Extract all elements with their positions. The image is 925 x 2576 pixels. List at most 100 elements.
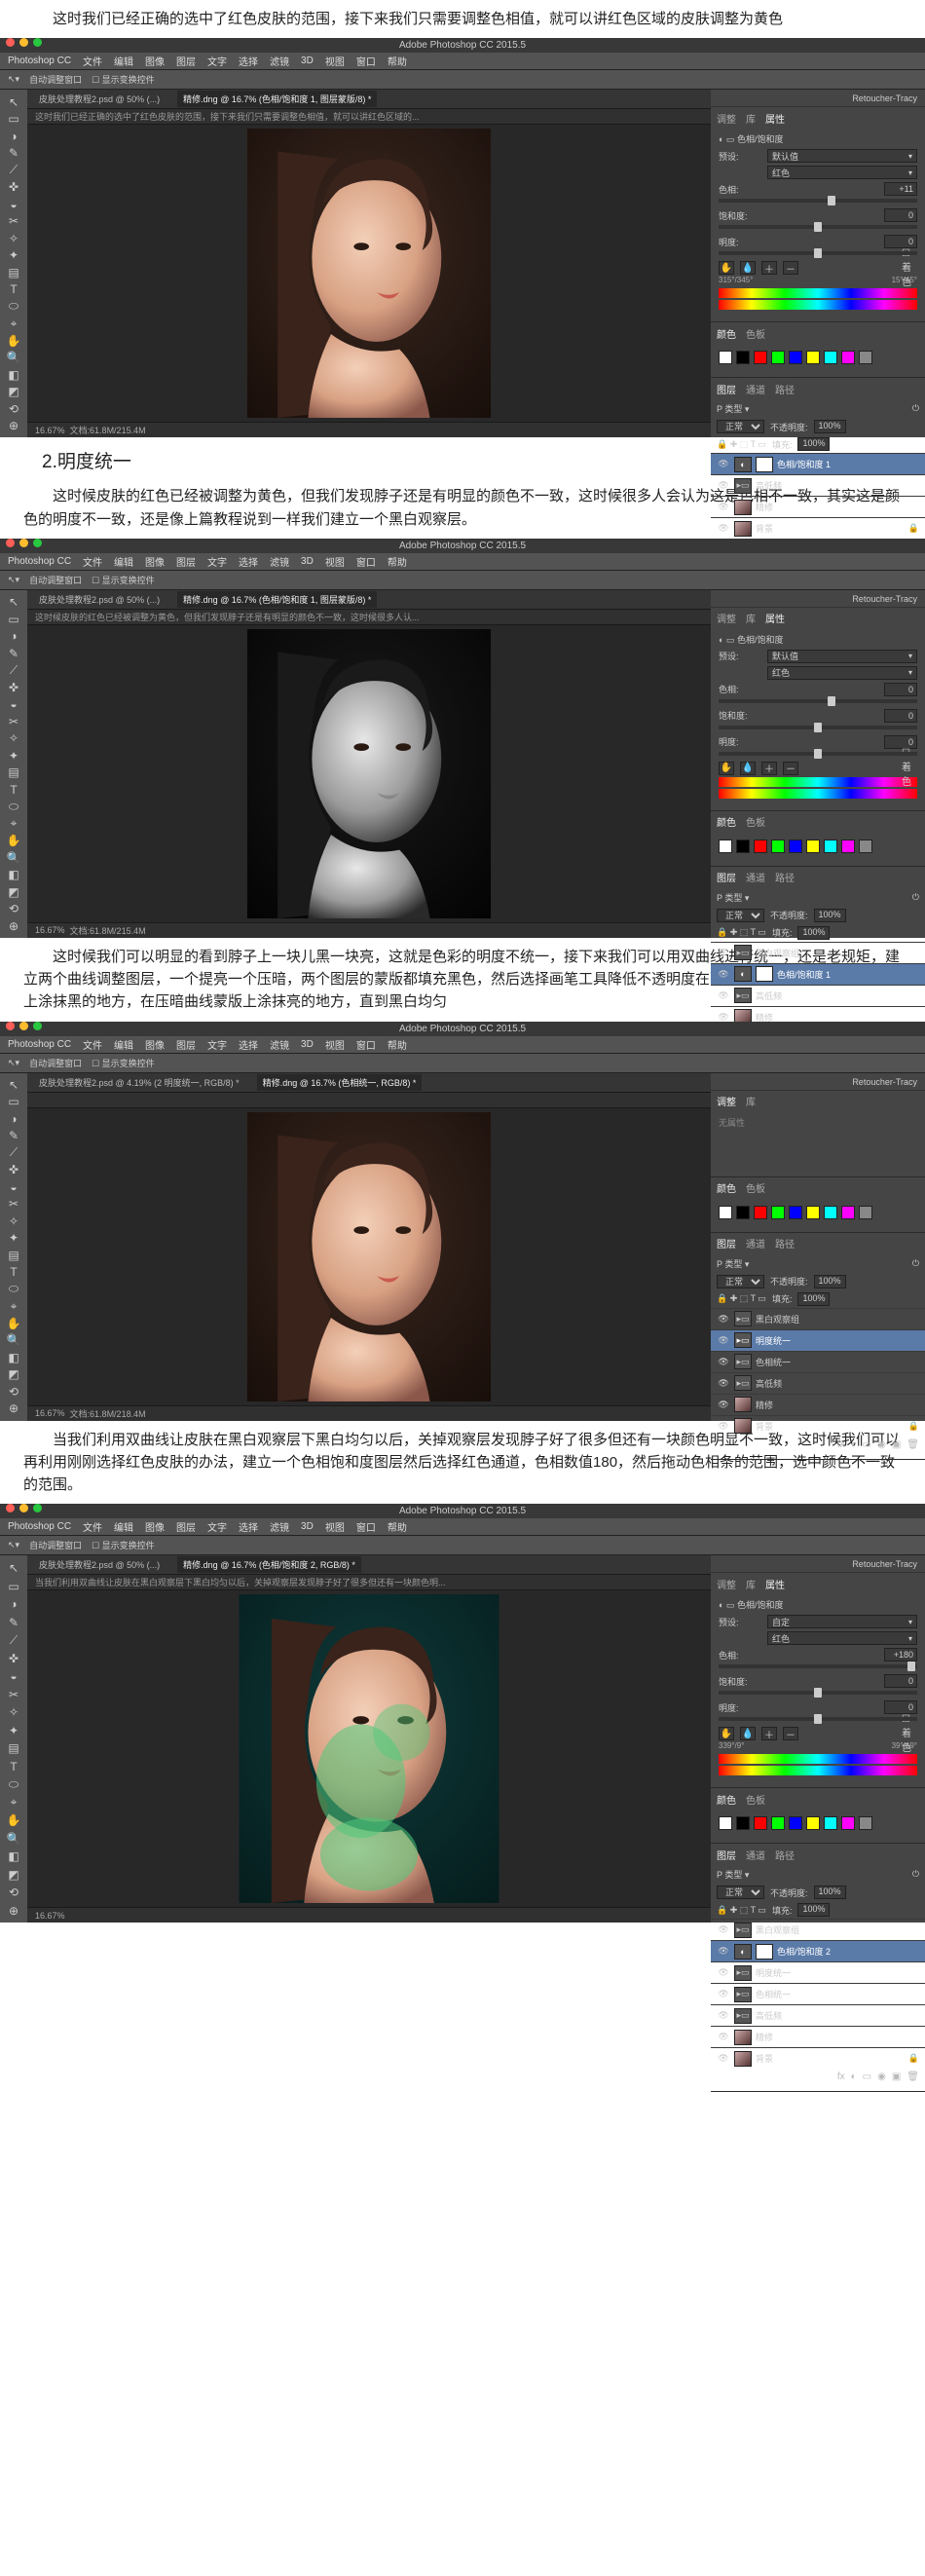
layer-panel-footer[interactable]: fx◐▭◉▣🗑 [711, 1437, 925, 1453]
document-tab[interactable]: 皮肤处理教程2.psd @ 50% (...) [33, 91, 166, 107]
tool-button[interactable]: ⊕ [3, 917, 24, 934]
panel-tab[interactable]: 图层 [717, 1236, 736, 1251]
eyedropper-icon[interactable]: 💧 [740, 261, 756, 275]
tool-button[interactable]: ⟋ [3, 1145, 24, 1162]
options-bar[interactable]: ↖▾ 自动调整窗口 ☐ 显示变换控件 [0, 571, 925, 590]
layer-thumb[interactable] [734, 500, 752, 515]
layer-row[interactable]: 👁 精修 [711, 2026, 925, 2047]
menu-item[interactable]: 图层 [176, 554, 196, 569]
eyedropper-minus-icon[interactable]: － [783, 261, 798, 275]
document-tabs[interactable]: 皮肤处理教程2.psd @ 50% (...) 精修.dng @ 16.7% (色… [27, 590, 711, 610]
menu-item[interactable]: 文字 [207, 554, 227, 569]
layer-name[interactable]: 黑白观察组 [756, 1923, 799, 1936]
filter-toggle[interactable]: ⏻ [912, 1258, 919, 1269]
layer-row[interactable]: 👁 精修 [711, 496, 925, 517]
layer-thumb[interactable] [734, 1397, 752, 1412]
menu-bar[interactable]: Photoshop CC文件编辑图像图层文字选择滤镜3D视图窗口帮助 [0, 553, 925, 571]
layer-row[interactable]: 👁 背景 🔒 [711, 1415, 925, 1437]
toolbox[interactable]: ↖▭◑✎⟋✜◒✂✧✦▤T⬭⌖✋🔍◧◩⟲⊕ [0, 590, 27, 938]
light-slider[interactable] [719, 251, 917, 255]
menu-item[interactable]: 编辑 [114, 1519, 133, 1534]
sat-value[interactable]: 0 [884, 208, 917, 222]
sat-slider[interactable] [719, 726, 917, 729]
panel-tab[interactable]: 调整 [717, 111, 736, 126]
options-checkbox[interactable]: ☐ 显示变换控件 [92, 1539, 155, 1551]
document-tabs[interactable]: 皮肤处理教程2.psd @ 50% (...)精修.dng @ 16.7% (色… [27, 90, 711, 109]
menu-item[interactable]: Photoshop CC [8, 556, 71, 567]
opacity-value[interactable]: 100% [814, 1885, 846, 1899]
layer-row[interactable]: 👁 ▸▭ 黑白观察组 [711, 942, 925, 963]
swatch[interactable] [841, 351, 855, 364]
layer-name[interactable]: 高低频 [756, 479, 782, 492]
blend-mode-select[interactable]: 正常 [717, 420, 764, 433]
tool-button[interactable]: ◒ [3, 196, 24, 212]
tool-preset-icon[interactable]: ↖▾ [8, 575, 19, 585]
visibility-toggle[interactable]: 👁 [717, 1923, 730, 1937]
options-checkbox[interactable]: ☐ 显示变换控件 [92, 1057, 155, 1069]
options-bar[interactable]: ↖▾ 自动调整窗口 ☐ 显示变换控件 [0, 70, 925, 90]
hue-strip-input[interactable] [719, 777, 917, 787]
menu-item[interactable]: 图像 [145, 1519, 165, 1534]
tool-button[interactable]: ⊕ [3, 1400, 24, 1417]
tool-button[interactable]: ✜ [3, 1162, 24, 1178]
maximize-icon[interactable] [33, 1504, 42, 1512]
layer-row[interactable]: 👁 ◐ 色相/饱和度 1 [711, 963, 925, 985]
minimize-icon[interactable] [19, 1504, 28, 1512]
layer-row[interactable]: 👁 ▸▭ 明度统一 [711, 1329, 925, 1351]
menu-item[interactable]: Photoshop CC [8, 1039, 71, 1050]
panel-tab[interactable]: 调整 [717, 611, 736, 625]
menu-item[interactable]: 窗口 [356, 54, 376, 68]
document-tab[interactable]: 皮肤处理教程2.psd @ 50% (...) [33, 591, 166, 608]
tool-button[interactable]: ✂ [3, 713, 24, 729]
tool-button[interactable]: T [3, 781, 24, 798]
panel-tab[interactable]: 图层 [717, 1848, 736, 1862]
visibility-toggle[interactable]: 👁 [717, 1312, 730, 1325]
tool-button[interactable]: ⌖ [3, 815, 24, 832]
preset-select[interactable]: 自定 [767, 1615, 917, 1628]
canvas[interactable] [27, 1590, 711, 1907]
tool-button[interactable]: ◩ [3, 1866, 24, 1884]
layer-name[interactable]: 精修 [756, 1399, 773, 1411]
visibility-toggle[interactable]: 👁 [717, 2052, 730, 2066]
swatch[interactable] [719, 1206, 732, 1219]
document-tab[interactable]: 精修.dng @ 16.7% (色相/饱和度 1, 图层蒙版/8) * [177, 591, 377, 608]
window-controls[interactable] [6, 539, 42, 547]
menu-item[interactable]: 3D [301, 56, 314, 66]
menu-item[interactable]: 文字 [207, 54, 227, 68]
hue-strip-output[interactable] [719, 1766, 917, 1775]
mask-thumb[interactable] [756, 457, 773, 472]
lock-icons[interactable]: 🔒 ✚ ⬚ T ▭ [717, 439, 766, 450]
tool-button[interactable]: ◑ [3, 628, 24, 645]
canvas[interactable] [27, 625, 711, 922]
menu-item[interactable]: 视图 [325, 1519, 345, 1534]
close-icon[interactable] [6, 539, 15, 547]
menu-item[interactable]: 文件 [83, 1519, 102, 1534]
panel-tab[interactable]: 调整 [717, 1094, 736, 1108]
menu-item[interactable]: 3D [301, 1039, 314, 1050]
tool-button[interactable]: ↖ [3, 1559, 24, 1577]
tool-button[interactable]: ✋ [3, 1811, 24, 1829]
tool-button[interactable]: ◑ [3, 1111, 24, 1128]
swatch[interactable] [806, 1206, 820, 1219]
tool-button[interactable]: ⌖ [3, 316, 24, 332]
visibility-toggle[interactable]: 👁 [717, 458, 730, 471]
visibility-toggle[interactable]: 👁 [717, 1945, 730, 1959]
menu-item[interactable]: 文件 [83, 54, 102, 68]
layer-row[interactable]: 👁 ▸▭ 明度统一 [711, 1961, 925, 1983]
layer-footer-button[interactable]: fx [837, 2072, 845, 2082]
layer-row[interactable]: 👁 ▸▭ 色相统一 [711, 1983, 925, 2004]
menu-item[interactable]: 视图 [325, 54, 345, 68]
tool-button[interactable]: ↖ [3, 1077, 24, 1094]
tool-button[interactable]: ▤ [3, 765, 24, 781]
tool-button[interactable]: ✦ [3, 747, 24, 764]
visibility-toggle[interactable]: 👁 [717, 1355, 730, 1368]
tool-button[interactable]: ✋ [3, 833, 24, 849]
layer-row[interactable]: 👁 ▸▭ 色相统一 [711, 1351, 925, 1372]
layer-name[interactable]: 背景 [756, 522, 773, 535]
panel-tab[interactable]: 通道 [746, 1848, 765, 1862]
layer-filter[interactable]: P 类型 ▾ [717, 891, 749, 904]
tool-button[interactable]: 🔍 [3, 849, 24, 866]
tool-button[interactable]: ◧ [3, 1848, 24, 1865]
layer-row[interactable]: 👁 精修 [711, 1394, 925, 1415]
menu-item[interactable]: 图层 [176, 1519, 196, 1534]
